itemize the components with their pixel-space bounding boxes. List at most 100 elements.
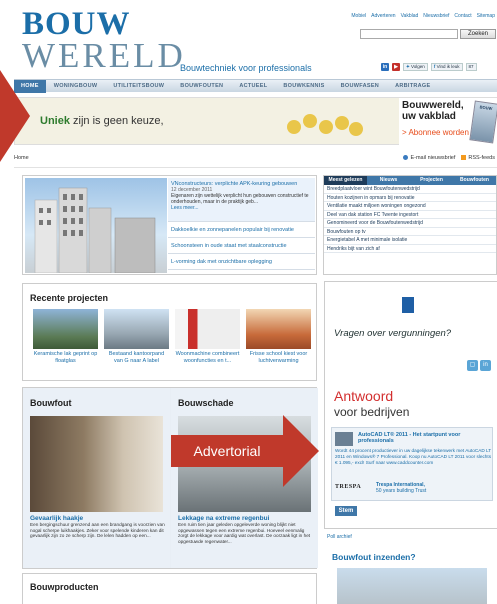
project-caption[interactable]: Frisse school kiest voor luchtverwarming [246, 351, 311, 364]
divider [14, 167, 497, 168]
project-caption[interactable]: Keramische lak geprint op floatglas [33, 351, 98, 364]
bouwfout-body: Een bergingschuur grenzend aan een brand… [30, 522, 165, 539]
trespa-sub: 50 years building Trust [376, 488, 427, 494]
poll-archive-link[interactable]: Poll archief [327, 534, 352, 540]
top-link-mobiel[interactable]: Mobiel [351, 13, 366, 19]
linkedin-share-icon[interactable]: in [480, 360, 491, 371]
search-button[interactable]: Zoeken [460, 29, 496, 39]
tab-bar: Meest gelezen Nieuws Projecten Bouwfoute… [324, 176, 496, 185]
project-card[interactable]: Woonmachine combineert woonfuncties en t… [175, 309, 240, 364]
project-card[interactable]: Frisse school kiest voor luchtverwarming [246, 309, 311, 364]
magazine-cover-title: BOUW [479, 104, 493, 111]
promo-cta[interactable]: > Abonnee worden [402, 128, 469, 137]
list-item[interactable]: Energietabel A met minimale isolatie [324, 236, 496, 245]
advertorial-body: Wordt 44 procent productiever in uw dage… [335, 448, 492, 465]
featured-item[interactable]: Schoonsteen in oude staat met staalconst… [168, 238, 315, 254]
featured-item[interactable]: Dakkoelkie en zonnepanelen populair bij … [168, 222, 315, 238]
nav-bouwfouten[interactable]: BOUWFOUTEN [172, 80, 231, 93]
rss-link[interactable]: RSS-feeds [461, 155, 495, 161]
nav-woningbouw[interactable]: WONINGBOUW [46, 80, 106, 93]
twitter-icon: ✦ [406, 64, 410, 69]
share-icon[interactable]: ▢ [467, 360, 478, 371]
bouwfout-bouwschade-panel: Bouwfout Gevaarlijk haakje Een bergingsc… [22, 387, 318, 569]
search-input[interactable] [360, 29, 458, 39]
project-caption[interactable]: Bestaand kantoorpand van G naar A label [104, 351, 169, 364]
featured-image[interactable] [25, 178, 167, 273]
tab-nieuws[interactable]: Nieuws [367, 176, 410, 185]
chicks-illustration [285, 106, 365, 140]
facebook-icon: f [433, 64, 436, 69]
trespa-logo: TRESPA [335, 484, 362, 490]
nav-bouwfasen[interactable]: BOUWFASEN [333, 80, 387, 93]
list-item[interactable]: Bouwfouten op tv [324, 228, 496, 236]
top-links: Mobiel Adverteren Vakblad Nieuwsbrief Co… [351, 13, 495, 19]
read-more-link[interactable]: Lees meer... [171, 205, 312, 211]
tab-bouwfouten[interactable]: Bouwfouten [453, 176, 496, 185]
top-link-sitemap[interactable]: Sitemap [477, 13, 495, 19]
subscribe-promo[interactable]: Bouwwereld, uw vakblad > Abonnee worden … [399, 98, 497, 145]
project-card[interactable]: Bestaand kantoorpand van G naar A label [104, 309, 169, 364]
top-link-nieuwsbrief[interactable]: Nieuwsbrief [423, 13, 449, 19]
nav-actueel[interactable]: ACTUEEL [231, 80, 275, 93]
featured-news: VNconstructeurs: verplichte APK-keuring … [22, 175, 317, 275]
top-link-contact[interactable]: Contact [454, 13, 471, 19]
bouwschade-headline[interactable]: Lekkage na extreme regenbui [178, 515, 313, 522]
bouwfout-caption: Gevaarlijk haakje Een bergingschuur gren… [30, 515, 165, 539]
email-newsletter-link[interactable]: E-mail nieuwsbrief [403, 155, 455, 161]
project-card[interactable]: Keramische lak geprint op floatglas [33, 309, 98, 364]
main-nav: HOME WONINGBOUW UTILITEITSBOUW BOUWFOUTE… [14, 79, 497, 93]
ad-question[interactable]: Vragen over vergunningen? [334, 328, 451, 339]
nav-bouwkennis[interactable]: BOUWKENNIS [275, 80, 332, 93]
nav-arbitrage[interactable]: ARBITRAGE [387, 80, 438, 93]
linkedin-icon[interactable]: in [381, 63, 389, 71]
bouwproducten-title: Bouwproducten [30, 582, 99, 592]
featured-list: VNconstructeurs: verplichte APK-keuring … [168, 178, 315, 270]
list-item[interactable]: Ventilatie maakt miljoen woningen ongezo… [324, 202, 496, 211]
trespa-text[interactable]: Trespa International, 50 years building T… [376, 482, 426, 494]
bouwfout-image[interactable] [30, 416, 163, 512]
bouwfout-headline[interactable]: Gevaarlijk haakje [30, 515, 165, 522]
breadcrumb[interactable]: Home [14, 155, 29, 161]
rss-label: RSS-feeds [468, 155, 495, 161]
top-link-vakblad[interactable]: Vakblad [401, 13, 419, 19]
top-link-adverteren[interactable]: Adverteren [371, 13, 395, 19]
logo-wereld[interactable]: WERELD [22, 38, 186, 73]
recent-projects: Recente projecten Keramische lak geprint… [22, 283, 317, 381]
list-item[interactable]: Breedplaatvloer wint Bouwfoutenwedstrijd [324, 185, 496, 194]
twitter-follow-button[interactable]: ✦ Volgen [403, 63, 428, 71]
banner-ad[interactable]: Uniek zijn is geen keuze, Bouwwereld, uw… [14, 97, 497, 145]
bouwfout-title: Bouwfout [30, 398, 72, 408]
bouwschade-title: Bouwschade [178, 398, 234, 408]
recent-projects-title: Recente projecten [30, 293, 109, 303]
tab-meest-gelezen[interactable]: Meest gelezen [324, 176, 367, 185]
banner-headline-rest: zijn is geen keuze, [69, 115, 164, 127]
tagline: Bouwtechniek voor professionals [180, 63, 312, 73]
list-item[interactable]: Deel van dak station FC Twente ingestort [324, 211, 496, 219]
banner-headline: Uniek zijn is geen keuze, [40, 115, 164, 127]
submit-bouwfout-title[interactable]: Bouwfout inzenden? [332, 552, 416, 562]
sidebar-ad: Vragen over vergunningen? ▢ in Antwoord … [324, 281, 497, 529]
list-item[interactable]: Houten kozijnen in opmars bij renovatie [324, 194, 496, 202]
facebook-like-button[interactable]: f Vind ik leuk [430, 63, 463, 71]
featured-first-item[interactable]: VNconstructeurs: verplichte APK-keuring … [168, 178, 315, 222]
advertorial-box[interactable]: AutoCAD LT® 2011 - Het startpunt voor pr… [331, 427, 493, 501]
most-read-panel: Meest gelezen Nieuws Projecten Bouwfoute… [323, 175, 497, 275]
email-icon [403, 155, 409, 161]
red-arrow-right [283, 415, 319, 487]
advertorial-title[interactable]: AutoCAD LT® 2011 - Het startpunt voor pr… [358, 432, 488, 444]
list-item[interactable]: Hendriks bijt van zich af [324, 245, 496, 253]
magazine-cover: BOUW [469, 100, 497, 144]
vote-button[interactable]: Stem [335, 506, 357, 516]
youtube-icon[interactable]: ▶ [392, 63, 400, 71]
submit-bouwfout-image [337, 568, 487, 604]
banner-headline-strong: Uniek [40, 115, 70, 127]
social-bar: in ▶ ✦ Volgen f Vind ik leuk 87 [381, 63, 477, 71]
tab-projecten[interactable]: Projecten [410, 176, 453, 185]
nav-utiliteitsbouw[interactable]: UTILITEITSBOUW [105, 80, 172, 93]
bouwfout-column: Bouwfout Gevaarlijk haakje Een bergingsc… [23, 388, 170, 568]
product-box-image [335, 432, 353, 446]
project-caption[interactable]: Woonmachine combineert woonfuncties en t… [175, 351, 240, 364]
ad-answer: Antwoord [334, 388, 394, 404]
featured-item[interactable]: L-vorming dak met onzichtbare oplegging [168, 254, 315, 270]
list-item[interactable]: Genomineerd voor de Bouwfoutenwedstrijd [324, 219, 496, 228]
